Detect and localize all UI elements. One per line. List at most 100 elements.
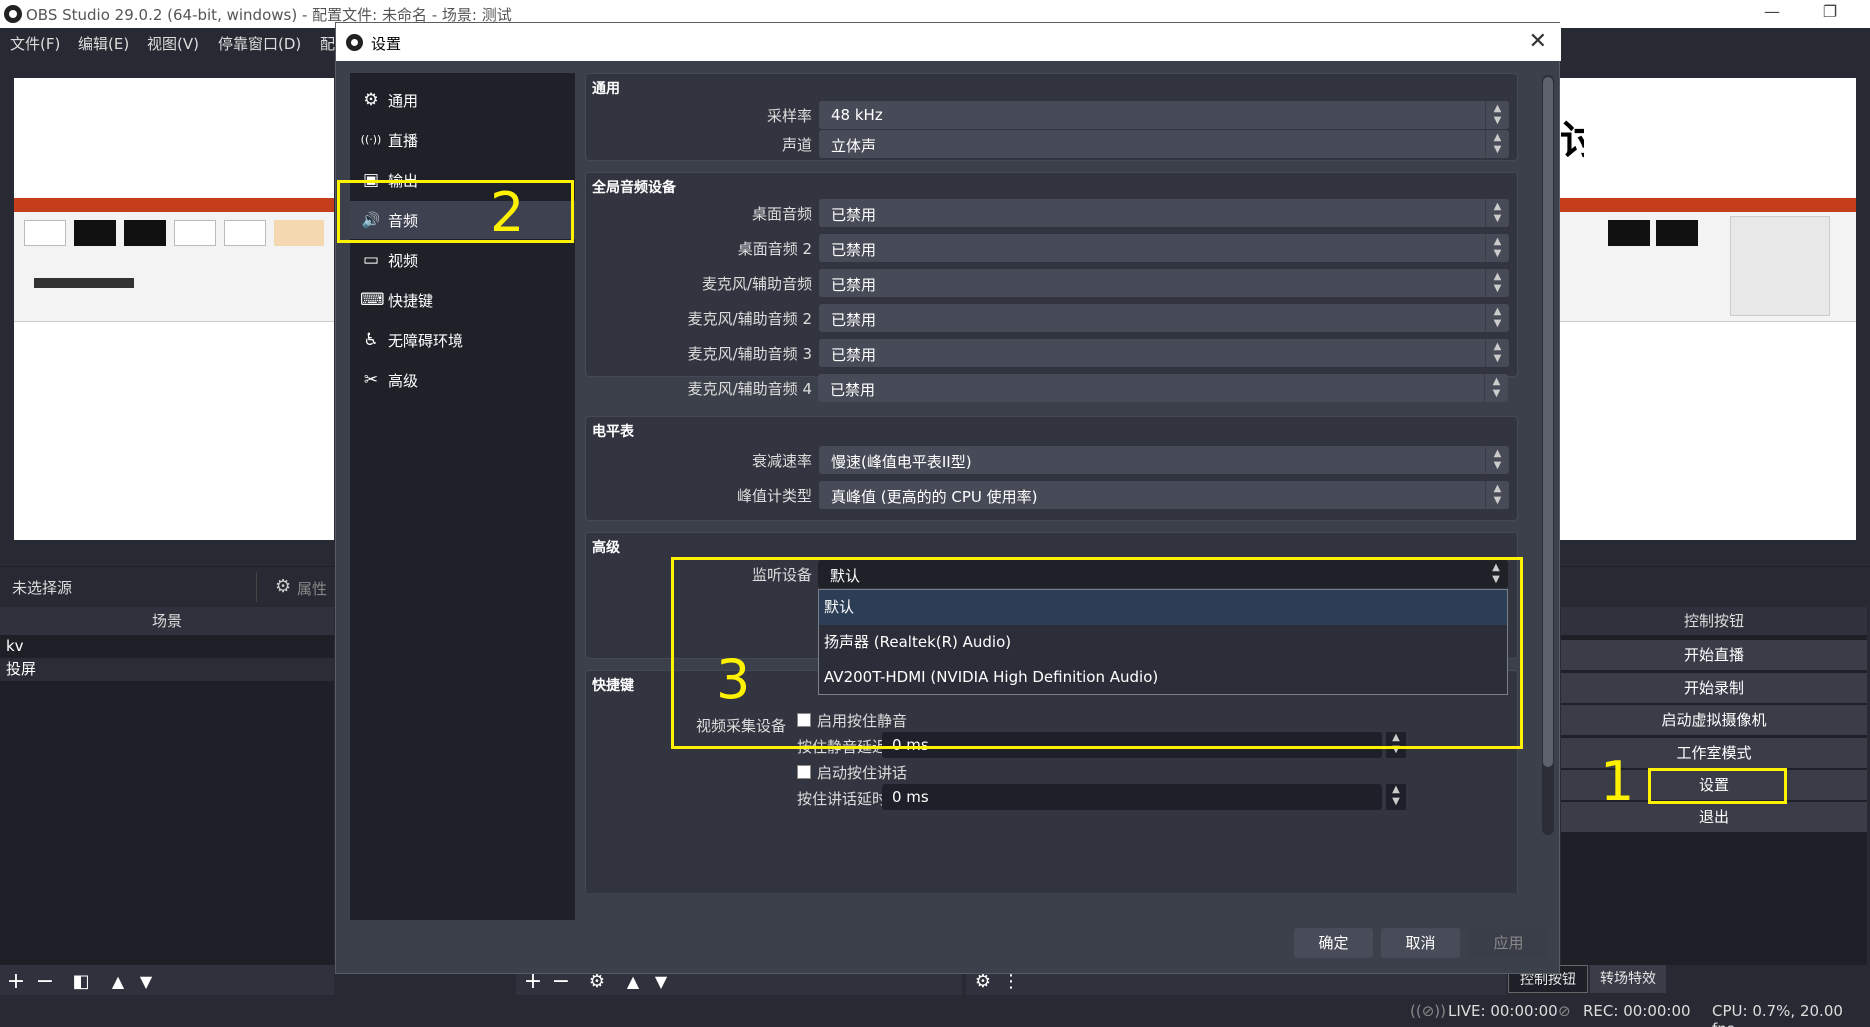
scenes-dock: 场景 kv 投屏	[0, 607, 334, 965]
desktop-audio-2-select[interactable]: 已禁用 ▲ ▼	[819, 234, 1509, 262]
talk-delay-spinner-icon[interactable]: ▲ ▼	[1386, 784, 1406, 810]
monitor-icon: ▭	[362, 250, 380, 270]
broadcast-icon: ((·))	[360, 133, 382, 146]
keyboard-icon: ⌨	[360, 290, 385, 310]
sample-rate-label: 采样率	[766, 107, 812, 125]
mic-aux-3-label: 麦克风/辅助音频 3	[687, 345, 812, 363]
group-global-audio: 全局音频设备 桌面音频 已禁用 ▲ ▼ 桌面音频 2 已禁用 ▲ ▼ 麦克风/辅助音频 …	[585, 172, 1518, 398]
desktop-audio-label: 桌面音频	[751, 205, 812, 223]
settings-scrollbar[interactable]	[1542, 75, 1554, 835]
nav-label: 无障碍环境	[388, 332, 464, 350]
group-title: 快捷键	[592, 678, 634, 694]
start-recording-button[interactable]: 开始录制	[1561, 673, 1867, 703]
annotation-box-audio	[337, 180, 574, 243]
nav-advanced[interactable]: ✂ 高级	[350, 361, 575, 399]
preview-heading-text: 讨	[1560, 118, 1584, 164]
group-meters: 电平表 衰减速率 慢速(峰值电平表II型) ▲ ▼ 峰值计类型 真峰值 (更高的的 …	[585, 416, 1518, 521]
minimize-button[interactable]: —	[1752, 2, 1792, 26]
rec-time: REC: 00:00:00	[1583, 1002, 1691, 1020]
push-to-talk-delay-label: 按住讲话延时	[797, 790, 888, 808]
menu-profile[interactable]: 配	[320, 33, 335, 54]
scenes-toolbar: + − ◧ ▲ ▼	[0, 965, 334, 999]
mic-aux-select[interactable]: 已禁用 ▲ ▼	[819, 269, 1509, 297]
peak-meter-type-select[interactable]: 真峰值 (更高的的 CPU 使用率) ▲ ▼	[819, 481, 1509, 509]
move-down-icon[interactable]: ▼	[133, 968, 159, 996]
group-title: 电平表	[592, 424, 634, 440]
properties-label: 属性	[297, 580, 328, 598]
peak-meter-type-label: 峰值计类型	[736, 487, 812, 505]
settings-content: 通用 采样率 48 kHz ▲ ▼ 声道 立体声 ▲ ▼ 全局音频设备 桌面音频 已禁用…	[585, 73, 1537, 893]
push-to-talk-checkbox[interactable]	[797, 765, 811, 779]
ok-button[interactable]: 确定	[1294, 928, 1373, 958]
start-streaming-button[interactable]: 开始直播	[1561, 640, 1867, 670]
scene-item[interactable]: kv	[0, 635, 334, 658]
annotation-number-1: 1	[1600, 750, 1635, 813]
start-virtual-camera-button[interactable]: 启动虚拟摄像机	[1561, 705, 1867, 735]
ppt-toolbar-right	[1560, 212, 1856, 322]
annotation-number-3: 3	[716, 648, 751, 711]
desktop-audio-2-label: 桌面音频 2	[737, 240, 812, 258]
cancel-button[interactable]: 取消	[1381, 928, 1460, 958]
move-up-icon[interactable]: ▲	[105, 968, 131, 996]
ppt-ribbon-right	[1560, 198, 1856, 212]
menu-file[interactable]: 文件(F)	[10, 33, 60, 54]
close-icon[interactable]: ✕	[1529, 29, 1547, 54]
nav-accessibility[interactable]: ♿ 无障碍环境	[350, 321, 575, 359]
mic-aux-label: 麦克风/辅助音频	[701, 275, 812, 293]
annotation-number-2: 2	[490, 181, 525, 244]
mic-aux-4-label: 麦克风/辅助音频 4	[687, 380, 812, 398]
live-time: LIVE: 00:00:00	[1448, 1002, 1558, 1020]
properties-button[interactable]: ⚙ 属性	[256, 572, 336, 602]
dialog-titlebar: 设置 ✕	[336, 23, 1561, 61]
push-to-talk-delay-input[interactable]: 0 ms	[882, 784, 1382, 810]
tab-transitions[interactable]: 转场特效	[1590, 965, 1666, 993]
desktop-audio-select[interactable]: 已禁用 ▲ ▼	[819, 199, 1509, 227]
scene-item[interactable]: 投屏	[0, 658, 334, 681]
gear-icon: ⚙	[363, 90, 379, 110]
scrollbar-thumb[interactable]	[1543, 77, 1553, 767]
ppt-ribbon	[14, 198, 334, 212]
group-title: 通用	[592, 81, 620, 97]
preview-right[interactable]: 讨	[1560, 78, 1856, 540]
nav-label: 通用	[388, 92, 419, 110]
push-to-talk-label: 启动按住讲话	[817, 764, 908, 782]
menu-docks[interactable]: 停靠窗口(D)	[218, 33, 301, 54]
mic-aux-3-select[interactable]: 已禁用 ▲ ▼	[819, 339, 1509, 367]
preview-left[interactable]	[14, 78, 334, 540]
nav-hotkeys[interactable]: ⌨ 快捷键	[350, 281, 575, 319]
mic-aux-4-select[interactable]: 已禁用 ▲ ▼	[818, 374, 1508, 402]
no-source-label: 未选择源	[12, 579, 73, 597]
channels-select[interactable]: 立体声 ▲ ▼	[819, 130, 1509, 158]
add-scene-icon[interactable]: +	[3, 968, 29, 996]
sample-rate-select[interactable]: 48 kHz ▲ ▼	[819, 101, 1509, 129]
obs-logo-icon	[4, 5, 22, 23]
group-title: 高级	[592, 540, 620, 556]
remove-scene-icon[interactable]: −	[32, 968, 58, 996]
nav-label: 高级	[388, 372, 419, 390]
decay-rate-select[interactable]: 慢速(峰值电平表II型) ▲ ▼	[819, 446, 1509, 474]
apply-button[interactable]: 应用	[1469, 928, 1548, 958]
annotation-box-settings	[1648, 768, 1787, 804]
restore-button[interactable]: ❐	[1810, 2, 1850, 26]
mic-aux-2-select[interactable]: 已禁用 ▲ ▼	[819, 304, 1509, 332]
obs-logo-icon	[346, 34, 363, 51]
accessibility-icon: ♿	[363, 330, 379, 350]
group-general: 通用 采样率 48 kHz ▲ ▼ 声道 立体声 ▲ ▼	[585, 73, 1518, 161]
nav-label: 直播	[388, 132, 419, 150]
dialog-title: 设置	[371, 35, 402, 53]
live-icon: ((⊘))	[1410, 1002, 1446, 1020]
nav-label: 视频	[388, 252, 419, 270]
group-title: 全局音频设备	[592, 180, 676, 196]
mic-aux-2-label: 麦克风/辅助音频 2	[687, 310, 812, 328]
updown-icon: ▲ ▼	[1485, 101, 1509, 129]
filter-icon[interactable]: ◧	[68, 968, 94, 996]
nav-general[interactable]: ⚙ 通用	[350, 81, 575, 119]
nav-stream[interactable]: ((·)) 直播	[350, 121, 575, 159]
menu-view[interactable]: 视图(V)	[147, 33, 199, 54]
menu-edit[interactable]: 编辑(E)	[78, 33, 129, 54]
updown-icon: ▲ ▼	[1485, 130, 1509, 158]
ppt-toolbar	[14, 212, 334, 322]
nav-video[interactable]: ▭ 视频	[350, 241, 575, 279]
cpu-fps: CPU: 0.7%, 20.00 fps	[1712, 1002, 1843, 1027]
statusbar: ((⊘)) LIVE: 00:00:00 ⊘ REC: 00:00:00 CPU…	[0, 995, 1870, 1027]
